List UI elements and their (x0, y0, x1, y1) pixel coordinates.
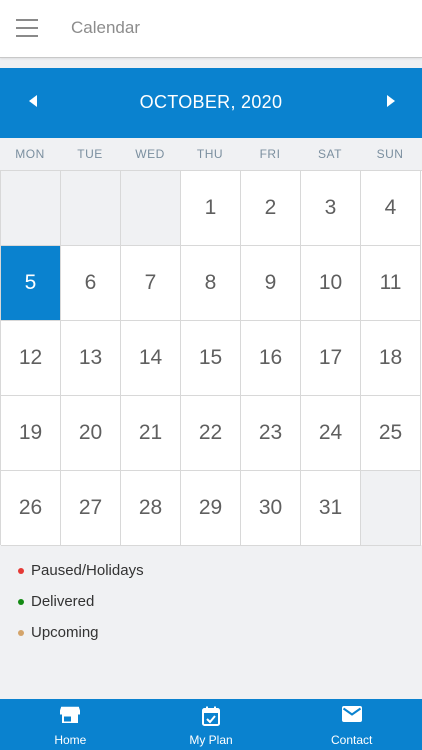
day-cell[interactable]: 1 (181, 171, 241, 246)
empty-day-cell (361, 471, 421, 546)
day-cell[interactable]: 20 (61, 396, 121, 471)
weekday-label: SAT (318, 147, 342, 161)
empty-day-cell (121, 171, 181, 246)
weekday-label: TUE (77, 147, 103, 161)
red-dot-icon (18, 568, 24, 574)
day-cell[interactable]: 13 (61, 321, 121, 396)
day-cell[interactable]: 16 (241, 321, 301, 396)
month-title: OCTOBER, 2020 (139, 92, 283, 112)
day-cell[interactable]: 2 (241, 171, 301, 246)
weekday-header: MON TUE WED THU FRI SAT SUN (0, 138, 422, 170)
calendar-grid: 1 2 3 4 5 6 7 8 9 10 11 12 13 14 15 16 17 18 19 20 21 22 23 24 2… (0, 170, 422, 546)
weekday-label: THU (196, 147, 224, 161)
day-cell[interactable]: 15 (181, 321, 241, 396)
weekday-label: SUN (376, 147, 404, 161)
day-cell[interactable]: 31 (301, 471, 361, 546)
day-cell[interactable]: 29 (181, 471, 241, 546)
empty-day-cell (1, 171, 61, 246)
day-cell[interactable]: 25 (361, 396, 421, 471)
day-cell[interactable]: 3 (301, 171, 361, 246)
day-cell[interactable]: 19 (1, 396, 61, 471)
day-cell[interactable]: 12 (1, 321, 61, 396)
day-cell[interactable]: 18 (361, 321, 421, 396)
day-cell[interactable]: 26 (1, 471, 61, 546)
green-dot-icon (18, 599, 24, 605)
day-cell[interactable]: 28 (121, 471, 181, 546)
month-header: OCTOBER, 2020 (0, 68, 422, 138)
caret-right-icon (387, 95, 395, 107)
menu-icon[interactable] (16, 18, 40, 38)
day-cell[interactable]: 24 (301, 396, 361, 471)
day-cell[interactable]: 30 (241, 471, 301, 546)
day-cell[interactable]: 11 (361, 246, 421, 321)
selected-day-cell[interactable]: 5 (1, 246, 61, 321)
empty-day-cell (61, 171, 121, 246)
weekday-label: WED (135, 147, 165, 161)
legend-label: Upcoming (31, 624, 99, 641)
weekday-label: FRI (259, 147, 281, 161)
day-cell[interactable]: 14 (121, 321, 181, 396)
tab-my-plan[interactable]: My Plan (141, 699, 282, 750)
tab-label: Home (54, 733, 87, 747)
mail-icon (341, 706, 362, 722)
bottom-navigation: Home My Plan Contact (0, 699, 422, 750)
tab-home[interactable]: Home (0, 699, 141, 750)
day-cell[interactable]: 21 (121, 396, 181, 471)
day-cell[interactable]: 8 (181, 246, 241, 321)
legend-label: Delivered (31, 593, 95, 610)
page-title: Calendar (71, 18, 140, 37)
tab-contact[interactable]: Contact (281, 699, 422, 750)
app-bar: Calendar (0, 0, 422, 58)
legend-label: Paused/Holidays (31, 562, 144, 579)
tab-label: My Plan (189, 733, 233, 747)
tab-label: Contact (331, 733, 373, 747)
weekday-label: MON (15, 147, 45, 161)
store-icon (60, 706, 81, 723)
day-cell[interactable]: 4 (361, 171, 421, 246)
next-month-button[interactable] (378, 90, 402, 114)
day-cell[interactable]: 7 (121, 246, 181, 321)
calendar-icon (202, 706, 220, 726)
day-cell[interactable]: 6 (61, 246, 121, 321)
day-cell[interactable]: 22 (181, 396, 241, 471)
day-cell[interactable]: 27 (61, 471, 121, 546)
tan-dot-icon (18, 630, 24, 636)
day-cell[interactable]: 23 (241, 396, 301, 471)
day-cell[interactable]: 17 (301, 321, 361, 396)
day-cell[interactable]: 9 (241, 246, 301, 321)
day-cell[interactable]: 10 (301, 246, 361, 321)
